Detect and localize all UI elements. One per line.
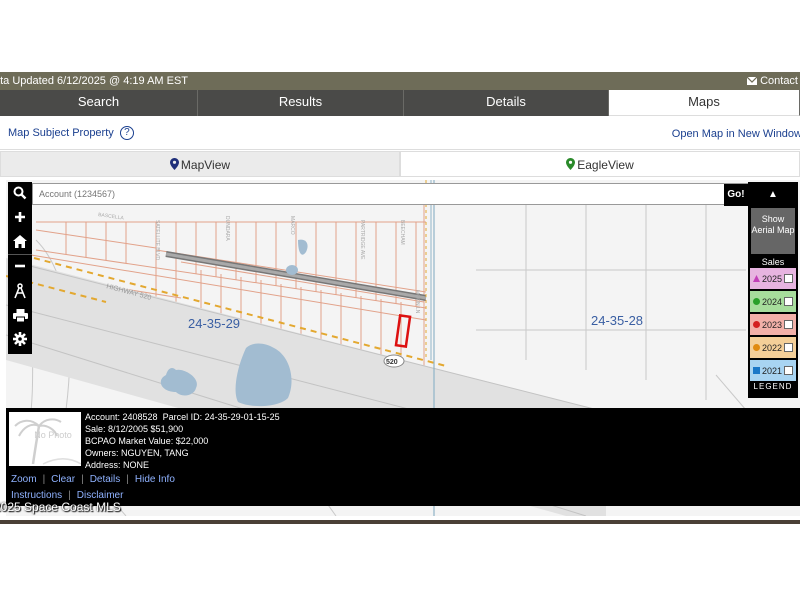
circle-icon (753, 344, 760, 351)
square-icon (753, 367, 760, 374)
sales-filter-2022[interactable]: 2022 (750, 337, 796, 358)
details-link[interactable]: Details (90, 474, 121, 485)
app-frame: ata Updated 6/12/2025 @ 4:19 AM EST Cont… (0, 72, 800, 524)
sales-year-label: 2021 (762, 365, 783, 376)
tab-maps[interactable]: Maps (609, 90, 800, 116)
sales-2023-checkbox[interactable] (784, 320, 794, 329)
route-shield-label: 520 (386, 359, 398, 366)
main-tabs: Search Results Details Maps (0, 90, 800, 116)
zoom-in-icon (15, 212, 25, 222)
svg-text:MOON LN: MOON LN (414, 290, 420, 314)
mapview-label: MapView (180, 158, 231, 172)
print-icon (12, 308, 28, 322)
print-tool[interactable] (8, 304, 32, 326)
zoom-link[interactable]: Zoom (11, 474, 37, 485)
copyright-watermark: 2025 Space Coast MLS (0, 500, 121, 514)
circle-icon (753, 321, 760, 328)
help-icon[interactable]: ? (119, 126, 134, 140)
search-icon (13, 186, 27, 200)
svg-text:SATELLITE BLVD: SATELLITE BLVD (154, 220, 160, 260)
envelope-icon (746, 76, 758, 85)
zoom-out-icon (15, 264, 25, 267)
sales-filter-2021[interactable]: 2021 (750, 360, 796, 381)
map-pin-icon (169, 158, 179, 170)
contact-link[interactable]: Contact (746, 72, 798, 90)
address-value: Address: NONE (85, 460, 150, 470)
show-aerial-map-button[interactable]: Show Aerial Map (751, 208, 795, 254)
no-photo-placeholder: No Photo (9, 412, 81, 466)
contact-label: Contact (760, 75, 798, 87)
map-subject-property-link[interactable]: Map Subject Property ? (8, 126, 134, 140)
sales-heading: Sales (761, 257, 785, 267)
collapse-panel-button[interactable]: ▲ (748, 182, 798, 208)
tab-search[interactable]: Search (0, 90, 198, 116)
map-side-panel: ▲ Show Aerial Map Sales 2025 2024 2023 2… (748, 182, 798, 398)
svg-text:MARCO: MARCO (289, 216, 295, 235)
svg-text:BEECHAM: BEECHAM (399, 220, 405, 245)
map-subbar: Map Subject Property ? Open Map in New W… (0, 116, 800, 150)
settings-tool[interactable] (8, 328, 32, 350)
sales-2022-checkbox[interactable] (784, 343, 794, 352)
svg-text:DUNDARA: DUNDARA (224, 216, 230, 241)
eagleview-label: EagleView (577, 158, 634, 172)
sales-filter-2024[interactable]: 2024 (750, 291, 796, 312)
search-tool[interactable] (8, 182, 32, 204)
measure-icon (14, 283, 26, 299)
hide-info-link[interactable]: Hide Info (135, 474, 175, 485)
map-toolbar (8, 182, 32, 354)
bottom-edge-strip (0, 520, 800, 524)
sales-2021-checkbox[interactable] (784, 366, 794, 375)
tab-details[interactable]: Details (404, 90, 609, 116)
parcel-label-right: 24-35-28 (591, 313, 643, 328)
sales-filter-2025[interactable]: 2025 (750, 268, 796, 289)
sales-year-label: 2022 (762, 342, 783, 353)
sales-filter-2023[interactable]: 2023 (750, 314, 796, 335)
map-pin-icon (566, 158, 576, 170)
go-button[interactable]: Go! (724, 184, 748, 206)
svg-text:PARTRIDGE AVE: PARTRIDGE AVE (359, 220, 365, 260)
top-status-bar: ata Updated 6/12/2025 @ 4:19 AM EST Cont… (0, 72, 800, 90)
sales-2025-checkbox[interactable] (784, 274, 794, 283)
measure-tool[interactable] (8, 280, 32, 302)
account-value: Account: 2408528 (85, 412, 158, 422)
sales-year-label: 2024 (762, 296, 783, 307)
tab-mapview[interactable]: MapView (0, 151, 400, 177)
parcel-label-left: 24-35-29 (188, 316, 240, 331)
tab-eagleview[interactable]: EagleView (400, 151, 800, 177)
pond-tiny (286, 265, 298, 275)
zoom-in-tool[interactable] (8, 206, 32, 228)
sales-year-label: 2025 (762, 273, 783, 284)
property-info-panel: No Photo Account: 2408528 Parcel ID: 24-… (6, 408, 800, 506)
account-search-field[interactable] (32, 183, 748, 205)
no-photo-text: No Photo (34, 430, 72, 440)
data-updated-text: ata Updated 6/12/2025 @ 4:19 AM EST (0, 75, 189, 87)
account-parcel-line: Account: 2408528 Parcel ID: 24-35-29-01-… (85, 411, 280, 423)
parcel-id-value: Parcel ID: 24-35-29-01-15-25 (162, 412, 280, 422)
home-icon (13, 234, 27, 248)
clear-link[interactable]: Clear (51, 474, 75, 485)
legend-button[interactable]: LEGEND (748, 380, 798, 394)
circle-icon (753, 298, 760, 305)
sales-2024-checkbox[interactable] (784, 297, 794, 306)
view-tabs: MapView EagleView (0, 151, 800, 177)
map-subject-label: Map Subject Property (8, 126, 114, 139)
sales-year-label: 2023 (762, 319, 783, 330)
open-map-new-window-link[interactable]: Open Map in New Window (672, 128, 800, 140)
zoom-out-tool[interactable] (8, 254, 32, 276)
settings-icon (13, 332, 27, 346)
market-value: BCPAO Market Value: $22,000 (85, 436, 209, 446)
owners-value: Owners: NGUYEN, TANG (85, 448, 189, 458)
info-actions-row: Zoom | Clear | Details | Hide Info (11, 474, 175, 485)
home-tool[interactable] (8, 230, 32, 252)
sale-value: Sale: 8/12/2005 $51,900 (85, 424, 184, 434)
account-search-input[interactable] (33, 184, 747, 204)
triangle-icon (753, 275, 760, 282)
tab-results[interactable]: Results (198, 90, 404, 116)
